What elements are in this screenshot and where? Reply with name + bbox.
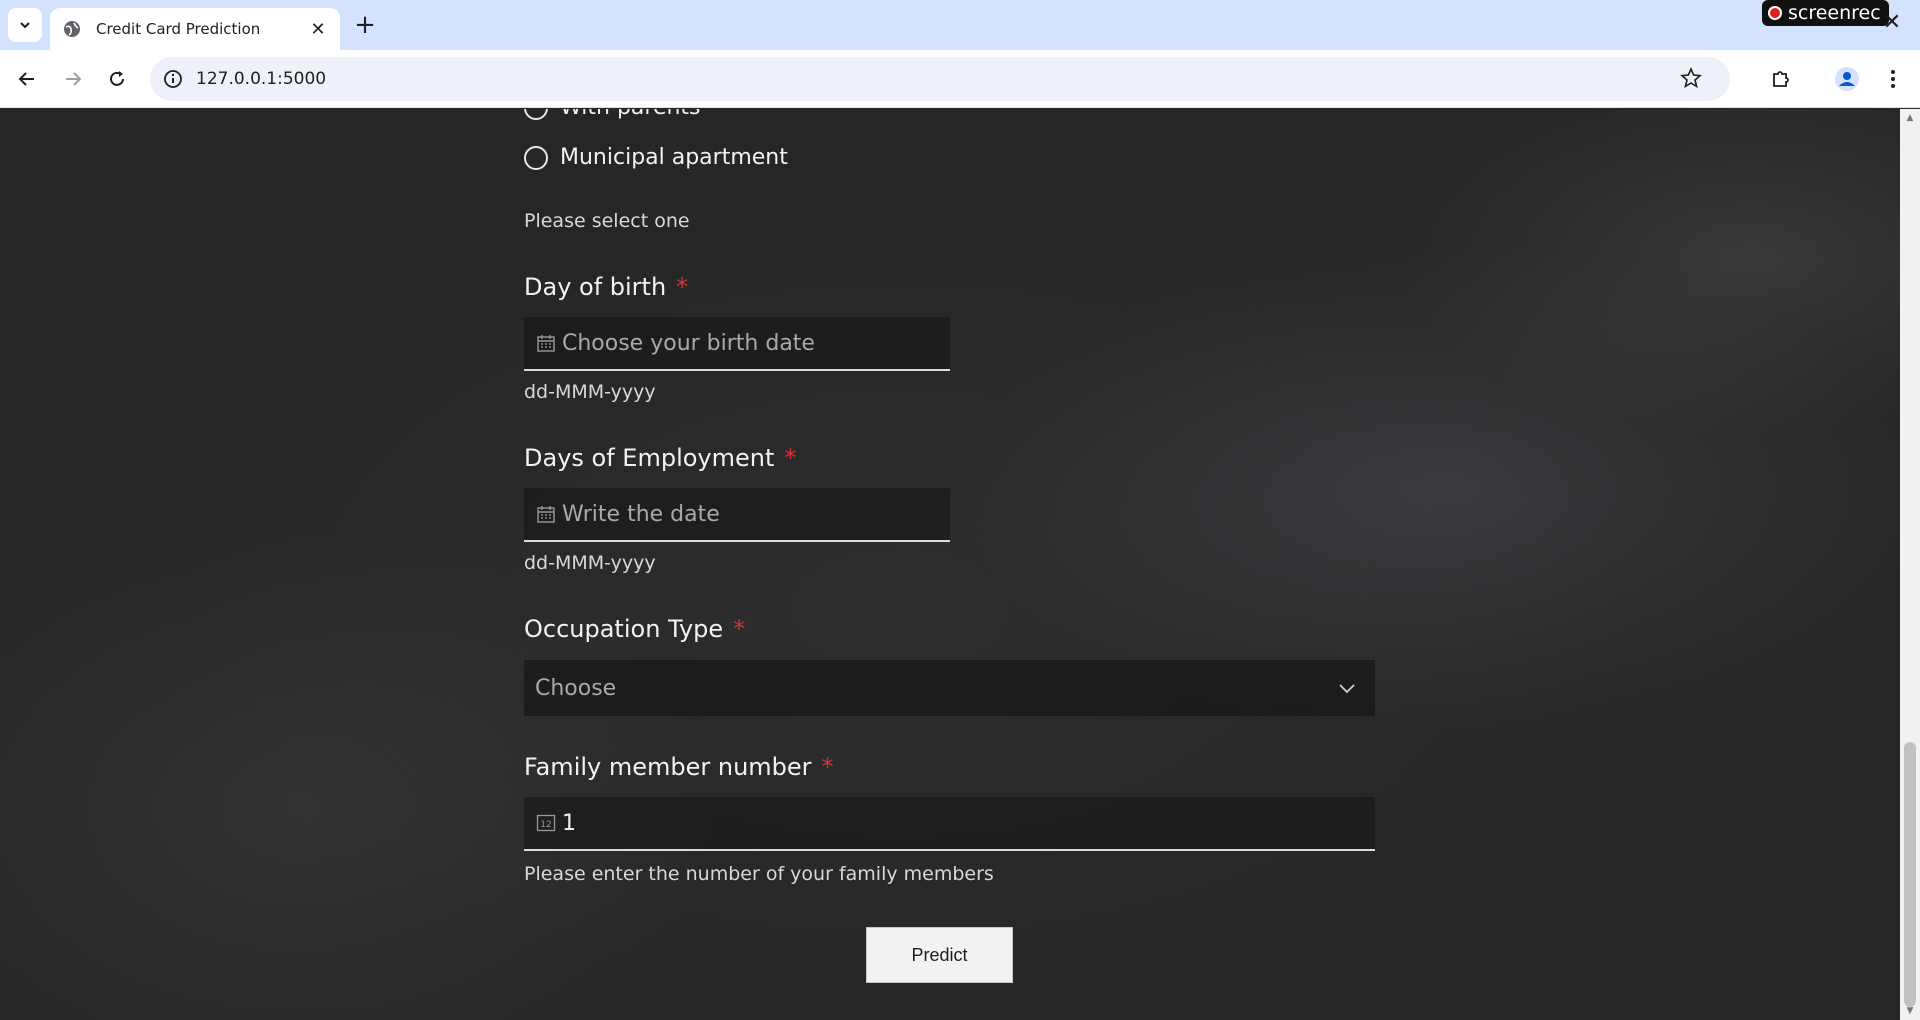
svg-text:12: 12 bbox=[540, 820, 551, 830]
globe-icon bbox=[64, 21, 80, 37]
url-text: 127.0.0.1:5000 bbox=[196, 69, 327, 89]
tab-search-button[interactable] bbox=[8, 8, 42, 42]
scrollbar-thumb[interactable] bbox=[1904, 742, 1916, 1007]
tab-title: Credit Card Prediction bbox=[96, 20, 261, 38]
birth-date-format-hint: dd-MMM-yyyy bbox=[524, 381, 656, 403]
browser-tabstrip: Credit Card Prediction ✕ + screenrec ✕ bbox=[0, 0, 1920, 50]
extensions-button[interactable] bbox=[1766, 64, 1796, 94]
family-member-value: 1 bbox=[562, 810, 576, 836]
birth-date-label: Day of birth * bbox=[524, 273, 688, 301]
employment-date-format-hint: dd-MMM-yyyy bbox=[524, 552, 656, 574]
radio-label: With parents bbox=[560, 109, 701, 120]
profile-button[interactable] bbox=[1832, 64, 1862, 94]
screenrec-badge[interactable]: screenrec bbox=[1762, 0, 1889, 26]
number-icon: 12 bbox=[536, 814, 556, 832]
bookmark-star-icon[interactable] bbox=[1680, 66, 1702, 93]
predict-button[interactable]: Predict bbox=[866, 927, 1013, 983]
employment-date-label: Days of Employment * bbox=[524, 444, 796, 472]
calendar-icon bbox=[537, 506, 555, 523]
employment-date-placeholder: Write the date bbox=[562, 501, 720, 527]
radio-circle[interactable] bbox=[524, 109, 548, 120]
birth-date-input[interactable]: Choose your birth date bbox=[524, 317, 950, 371]
window-close-icon[interactable]: ✕ bbox=[1880, 10, 1904, 35]
site-info-icon[interactable] bbox=[150, 69, 196, 89]
reload-button[interactable] bbox=[102, 64, 132, 94]
scroll-down-arrow-icon[interactable]: ▼ bbox=[1905, 1006, 1915, 1016]
browser-menu-button[interactable] bbox=[1878, 64, 1908, 94]
required-asterisk: * bbox=[821, 753, 834, 781]
chevron-down-icon bbox=[20, 22, 30, 29]
puzzle-icon bbox=[1773, 71, 1789, 87]
new-tab-button[interactable]: + bbox=[350, 10, 380, 40]
tab-close-icon[interactable]: ✕ bbox=[308, 19, 328, 40]
family-member-helper-text: Please enter the number of your family m… bbox=[524, 863, 994, 885]
chevron-down-icon bbox=[1339, 684, 1355, 694]
occupation-type-select[interactable]: Choose bbox=[524, 660, 1375, 716]
page-content: With parents Municipal apartment Please … bbox=[0, 109, 1900, 1020]
back-arrow-icon bbox=[18, 72, 34, 86]
employment-date-input[interactable]: Write the date bbox=[524, 488, 950, 542]
radio-label: Municipal apartment bbox=[560, 145, 788, 170]
address-bar[interactable]: 127.0.0.1:5000 bbox=[150, 57, 1730, 101]
calendar-icon bbox=[537, 335, 555, 352]
back-button[interactable] bbox=[12, 64, 42, 94]
record-icon bbox=[1768, 6, 1782, 20]
radio-circle[interactable] bbox=[524, 145, 548, 170]
family-member-label-text: Family member number bbox=[524, 753, 812, 781]
employment-date-label-text: Days of Employment bbox=[524, 444, 775, 472]
residence-helper-text: Please select one bbox=[524, 210, 690, 232]
birth-date-label-text: Day of birth bbox=[524, 273, 667, 301]
required-asterisk: * bbox=[784, 444, 797, 472]
scroll-up-arrow-icon[interactable]: ▲ bbox=[1905, 113, 1915, 123]
reload-icon bbox=[110, 71, 124, 86]
radio-option-municipal-apartment[interactable]: Municipal apartment bbox=[524, 145, 788, 170]
browser-tab[interactable]: Credit Card Prediction ✕ bbox=[50, 8, 340, 50]
page-scrollbar[interactable]: ▲ ▼ bbox=[1900, 109, 1920, 1020]
browser-toolbar: 127.0.0.1:5000 bbox=[0, 50, 1920, 108]
birth-date-placeholder: Choose your birth date bbox=[562, 330, 815, 356]
occupation-type-label-text: Occupation Type bbox=[524, 615, 724, 643]
family-member-label: Family member number * bbox=[524, 753, 834, 781]
required-asterisk: * bbox=[676, 273, 689, 301]
forward-arrow-icon bbox=[66, 72, 82, 86]
radio-option-with-parents[interactable]: With parents bbox=[524, 109, 701, 120]
occupation-type-label: Occupation Type * bbox=[524, 615, 745, 643]
forward-button[interactable] bbox=[58, 64, 88, 94]
occupation-type-placeholder: Choose bbox=[535, 675, 617, 701]
avatar-icon bbox=[1835, 67, 1859, 91]
more-vertical-icon bbox=[1891, 70, 1895, 88]
required-asterisk: * bbox=[733, 615, 746, 643]
family-member-input[interactable]: 12 1 bbox=[524, 797, 1375, 851]
screenrec-label: screenrec bbox=[1788, 2, 1881, 24]
